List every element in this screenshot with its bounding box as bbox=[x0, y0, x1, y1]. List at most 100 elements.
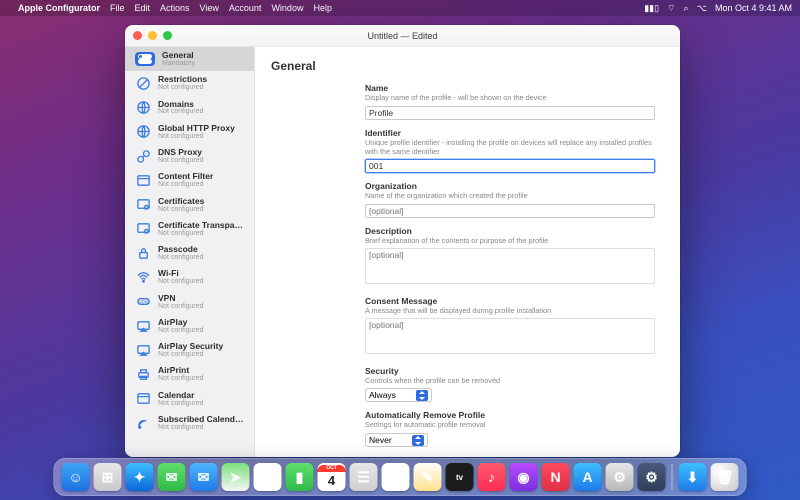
dock-app-facetime[interactable]: ▮ bbox=[286, 463, 314, 491]
identifier-label: Identifier bbox=[365, 128, 655, 138]
security-desc: Controls when the profile can be removed bbox=[365, 377, 655, 386]
dock-app-photos[interactable]: ✿ bbox=[254, 463, 282, 491]
sidebar-item-vpn[interactable]: VPNVPNNot configured bbox=[125, 290, 254, 314]
menu-help[interactable]: Help bbox=[313, 3, 332, 13]
dns-icon bbox=[135, 148, 151, 164]
minimize-button[interactable] bbox=[148, 31, 157, 40]
field-consent: Consent Message A message that will be d… bbox=[365, 296, 655, 359]
app-name[interactable]: Apple Configurator bbox=[18, 3, 100, 13]
sidebar-item-sub: Not configured bbox=[158, 230, 246, 237]
sidebar-item-label: Domains bbox=[158, 100, 204, 109]
preferences-icon: ⚙ bbox=[613, 469, 626, 486]
description-desc: Brief explanation of the contents or pur… bbox=[365, 237, 655, 246]
dock-downloads[interactable]: ⬇ bbox=[679, 463, 707, 491]
security-value: Always bbox=[369, 390, 396, 400]
organization-input[interactable] bbox=[365, 204, 655, 218]
dock-app-podcasts[interactable]: ◉ bbox=[510, 463, 538, 491]
dock-app-configurator[interactable]: ⚙ bbox=[638, 463, 666, 491]
sidebar-item-label: Wi-Fi bbox=[158, 269, 204, 278]
dock-app-reminders[interactable]: ☰ bbox=[382, 463, 410, 491]
tv-icon: tv bbox=[456, 473, 463, 482]
photos-icon: ✿ bbox=[262, 469, 274, 486]
panel-heading: General bbox=[271, 59, 664, 73]
menu-window[interactable]: Window bbox=[271, 3, 303, 13]
dock-app-music[interactable]: ♪ bbox=[478, 463, 506, 491]
menu-account[interactable]: Account bbox=[229, 3, 262, 13]
sidebar-item-label: AirPrint bbox=[158, 366, 204, 375]
sidebar-item-airplay-security[interactable]: AirPlay SecurityNot configured bbox=[125, 338, 254, 362]
sidebar-item-airplay[interactable]: AirPlayNot configured bbox=[125, 314, 254, 338]
sidebar-item-passcode[interactable]: PasscodeNot configured bbox=[125, 241, 254, 265]
name-input[interactable] bbox=[365, 106, 655, 120]
dock-app-safari[interactable]: ✦ bbox=[126, 463, 154, 491]
dock-trash[interactable]: 🗑 bbox=[711, 463, 739, 491]
dock-app-appstore[interactable]: A bbox=[574, 463, 602, 491]
sidebar-item-label: Calendar bbox=[158, 391, 204, 400]
calendar-icon bbox=[135, 391, 151, 407]
sidebar-item-label: General bbox=[162, 51, 195, 60]
wifi-status-icon[interactable]: ⌔ bbox=[667, 3, 675, 14]
menu-actions[interactable]: Actions bbox=[160, 3, 190, 13]
close-button[interactable] bbox=[133, 31, 142, 40]
sidebar-item-certificate-transparency[interactable]: Certificate TransparencyNot configured bbox=[125, 217, 254, 241]
consent-input[interactable] bbox=[365, 318, 655, 354]
sidebar-item-sub: Not configured bbox=[158, 351, 223, 358]
name-desc: Display name of the profile - will be sh… bbox=[365, 94, 655, 103]
chevron-updown-icon bbox=[412, 435, 424, 446]
window-title: Untitled — Edited bbox=[367, 31, 437, 41]
filter-icon bbox=[135, 172, 151, 188]
sidebar-item-certificates[interactable]: CertificatesNot configured bbox=[125, 193, 254, 217]
finder-icon: ☺ bbox=[68, 469, 82, 485]
dock-app-finder[interactable]: ☺ bbox=[62, 463, 90, 491]
sidebar-item-subscribed-calendars[interactable]: Subscribed CalendarsNot configured bbox=[125, 411, 254, 435]
restrictions-icon bbox=[135, 75, 151, 91]
airplay-icon bbox=[135, 342, 151, 358]
dock-app-news[interactable]: N bbox=[542, 463, 570, 491]
dock-app-mail[interactable]: ✉ bbox=[190, 463, 218, 491]
certificate-icon bbox=[135, 221, 151, 237]
menu-view[interactable]: View bbox=[200, 3, 219, 13]
sidebar-item-global-http-proxy[interactable]: Global HTTP ProxyNot configured bbox=[125, 120, 254, 144]
field-description: Description Brief explanation of the con… bbox=[365, 226, 655, 289]
dock-app-messages[interactable]: ✉ bbox=[158, 463, 186, 491]
sidebar-item-calendar[interactable]: CalendarNot configured bbox=[125, 387, 254, 411]
main-panel: General Name Display name of the profile… bbox=[255, 47, 680, 457]
field-security: Security Controls when the profile can b… bbox=[365, 366, 655, 404]
menubar-clock[interactable]: Mon Oct 4 9:41 AM bbox=[715, 3, 792, 13]
menu-file[interactable]: File bbox=[110, 3, 125, 13]
sidebar-item-restrictions[interactable]: RestrictionsNot configured bbox=[125, 71, 254, 95]
dock-app-notes[interactable]: ✎ bbox=[414, 463, 442, 491]
dock-app-tv[interactable]: tv bbox=[446, 463, 474, 491]
menu-edit[interactable]: Edit bbox=[135, 3, 151, 13]
sidebar-item-airprint[interactable]: AirPrintNot configured bbox=[125, 362, 254, 386]
dock-app-contacts[interactable]: ☰ bbox=[350, 463, 378, 491]
news-icon: N bbox=[550, 469, 560, 485]
identifier-input[interactable] bbox=[365, 159, 655, 173]
contacts-icon: ☰ bbox=[357, 469, 370, 486]
svg-text:VPN: VPN bbox=[138, 300, 148, 305]
control-center-icon[interactable]: ⌥ bbox=[697, 3, 707, 14]
sidebar-item-general[interactable]: GeneralMandatory bbox=[125, 47, 254, 71]
dock-app-preferences[interactable]: ⚙ bbox=[606, 463, 634, 491]
wifi-icon bbox=[135, 270, 151, 286]
autoremove-select[interactable]: Never bbox=[365, 433, 428, 447]
security-select[interactable]: Always bbox=[365, 388, 432, 402]
launchpad-icon: ⊞ bbox=[102, 469, 114, 486]
dock-app-maps[interactable]: ➤ bbox=[222, 463, 250, 491]
certificate-icon bbox=[135, 197, 151, 213]
consent-label: Consent Message bbox=[365, 296, 655, 306]
sidebar-item-label: AirPlay bbox=[158, 318, 204, 327]
sidebar-item-domains[interactable]: DomainsNot configured bbox=[125, 96, 254, 120]
field-organization: Organization Name of the organization wh… bbox=[365, 181, 655, 219]
spotlight-icon[interactable]: ⌕ bbox=[684, 3, 689, 14]
sidebar-item-content-filter[interactable]: Content FilterNot configured bbox=[125, 168, 254, 192]
dock-app-launchpad[interactable]: ⊞ bbox=[94, 463, 122, 491]
titlebar[interactable]: Untitled — Edited bbox=[125, 25, 680, 47]
dock-app-calendar[interactable]: OCT4 bbox=[318, 463, 346, 491]
sidebar-item-dns-proxy[interactable]: DNS ProxyNot configured bbox=[125, 144, 254, 168]
sidebar-item-wi-fi[interactable]: Wi-FiNot configured bbox=[125, 265, 254, 289]
zoom-button[interactable] bbox=[163, 31, 172, 40]
sidebar-item-label: Restrictions bbox=[158, 75, 207, 84]
description-input[interactable] bbox=[365, 248, 655, 284]
battery-icon[interactable]: ▮▮▯ bbox=[644, 3, 659, 14]
